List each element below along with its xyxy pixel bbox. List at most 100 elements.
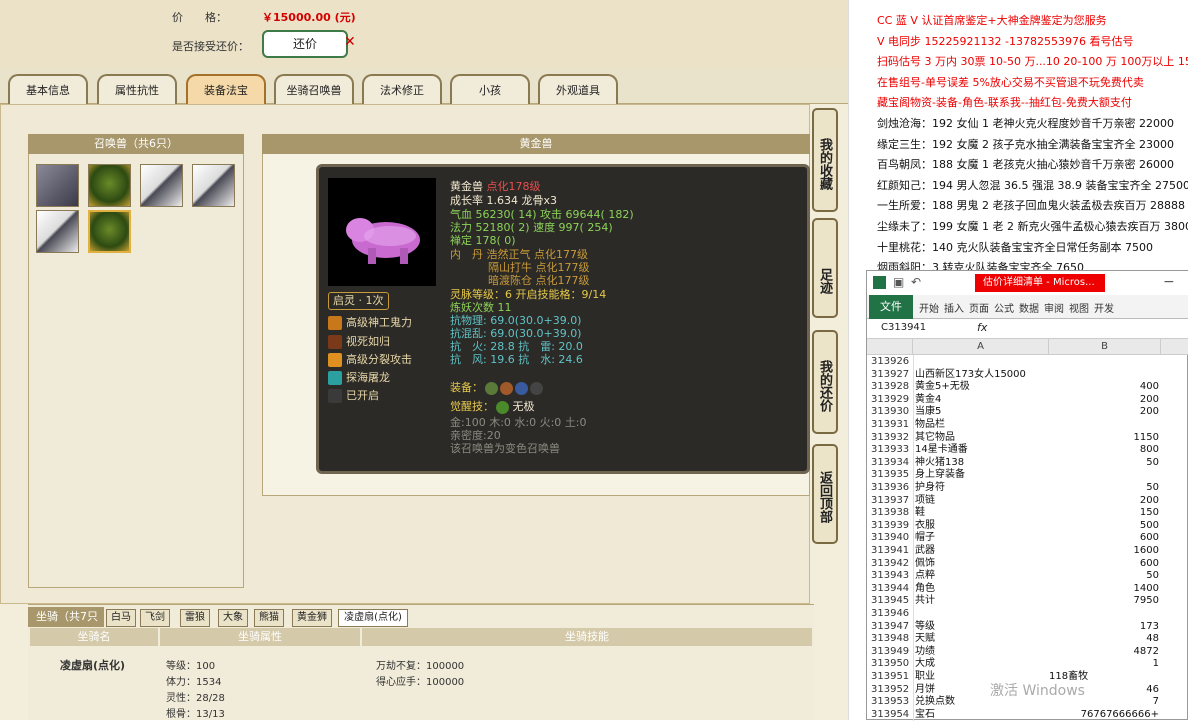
table-row[interactable]: 313930 当康5 200	[867, 406, 1188, 417]
ribbon-tab[interactable]: 审阅	[1044, 300, 1064, 315]
cell-a[interactable]: 角色	[915, 583, 935, 594]
close-icon[interactable]: ✕	[344, 34, 356, 50]
cell-a[interactable]: 佩饰	[915, 558, 935, 569]
equip-slot-icon[interactable]	[530, 381, 543, 395]
table-row[interactable]: 313927 山西新区173女人15000	[867, 369, 1188, 380]
mount-tab-4[interactable]: 大象	[218, 609, 248, 627]
mount-tab-2[interactable]: 飞剑	[140, 609, 170, 627]
tab-basic-info[interactable]: 基本信息	[8, 74, 88, 106]
skill-4[interactable]: 探海屠龙	[328, 370, 390, 388]
cell-a[interactable]: 宝石	[915, 709, 935, 720]
mount-tab-1[interactable]: 白马	[106, 609, 136, 627]
table-row[interactable]: 313954 宝石 76767666666+	[867, 709, 1188, 720]
cell-b[interactable]: 200	[1049, 495, 1159, 506]
table-row[interactable]: 313928 黄金5+无极 400	[867, 381, 1188, 392]
cell-b[interactable]: 200	[1049, 394, 1159, 405]
counter-offer-button[interactable]: 还价	[262, 30, 348, 58]
cell-b[interactable]: 1	[1049, 658, 1159, 669]
table-row[interactable]: 313938 鞋 150	[867, 507, 1188, 518]
table-row[interactable]: 313926	[867, 356, 1188, 367]
my-favorites-button[interactable]: 我的收藏	[812, 108, 838, 212]
equip-slot-icon[interactable]	[485, 381, 498, 395]
cell-b[interactable]: 400	[1049, 381, 1159, 392]
cell-b[interactable]: 1400	[1049, 583, 1159, 594]
equip-slot-icon[interactable]	[515, 381, 528, 395]
cell-b[interactable]: 200	[1049, 406, 1159, 417]
tab-mount-summon[interactable]: 坐骑召唤兽	[274, 74, 354, 106]
cell-a[interactable]: 神火猪138	[915, 457, 964, 468]
summon-slot-5[interactable]	[36, 210, 79, 253]
skill-5[interactable]: 已开启	[328, 388, 379, 406]
cell-a[interactable]: 共计	[915, 595, 935, 606]
ribbon-tab[interactable]: 数据	[1019, 300, 1039, 315]
cell-a[interactable]: 山西新区173女人15000	[915, 369, 1026, 380]
name-box[interactable]: C313941	[881, 322, 926, 333]
table-row[interactable]: 313945 共计 7950	[867, 595, 1188, 606]
cell-a[interactable]: 武器	[915, 545, 935, 556]
mount-tab-7[interactable]: 凌虚扇(点化)	[338, 609, 408, 627]
cell-b[interactable]: 150	[1049, 507, 1159, 518]
tab-child[interactable]: 小孩	[450, 74, 530, 106]
tab-spell-modifier[interactable]: 法术修正	[362, 74, 442, 106]
cell-a[interactable]: 兑换点数	[915, 696, 955, 707]
corner-cell[interactable]	[867, 339, 913, 355]
table-row[interactable]: 313946	[867, 608, 1188, 619]
cell-b[interactable]: 500	[1049, 520, 1159, 531]
mount-tab-5[interactable]: 熊猫	[254, 609, 284, 627]
table-row[interactable]: 313942 佩饰 600	[867, 558, 1188, 569]
table-row[interactable]: 313934 神火猪138 50	[867, 457, 1188, 468]
cell-a[interactable]: 大成	[915, 658, 935, 669]
undo-icon[interactable]: ↶	[911, 275, 921, 289]
cell-a[interactable]: 护身符	[915, 482, 945, 493]
cell-a[interactable]: 职业	[915, 671, 935, 682]
table-row[interactable]: 313947 等级 173	[867, 621, 1188, 632]
cell-a[interactable]: 帽子	[915, 532, 935, 543]
my-counter-offer-button[interactable]: 我的还价	[812, 330, 838, 434]
table-row[interactable]: 313943 点粹 50	[867, 570, 1188, 581]
cell-a[interactable]: 身上穿装备	[915, 469, 965, 480]
cell-a[interactable]: 当康5	[915, 406, 941, 417]
table-row[interactable]: 313936 护身符 50	[867, 482, 1188, 493]
mount-tab-3[interactable]: 雷狼	[180, 609, 210, 627]
file-tab[interactable]: 文件	[869, 295, 913, 319]
cell-b[interactable]: 4872	[1049, 646, 1159, 657]
ribbon-tab[interactable]: 公式	[994, 300, 1014, 315]
cell-a[interactable]: 物品栏	[915, 419, 945, 430]
cell-b[interactable]: 600	[1049, 532, 1159, 543]
minimize-icon[interactable]: −	[1163, 274, 1175, 290]
cell-b[interactable]: 50	[1049, 482, 1159, 493]
summon-slot-2[interactable]	[88, 164, 131, 207]
cell-b[interactable]: 50	[1049, 570, 1159, 581]
table-row[interactable]: 313939 衣服 500	[867, 520, 1188, 531]
table-row[interactable]: 313935 身上穿装备	[867, 469, 1188, 480]
cell-a[interactable]: 点粹	[915, 570, 935, 581]
ribbon-tab[interactable]: 插入	[944, 300, 964, 315]
ribbon-tab[interactable]: 视图	[1069, 300, 1089, 315]
col-header-b[interactable]: B	[1049, 339, 1161, 355]
skill-3[interactable]: 高级分裂攻击	[328, 352, 412, 370]
cell-b[interactable]: 1600	[1049, 545, 1159, 556]
table-row[interactable]: 313937 项链 200	[867, 495, 1188, 506]
table-row[interactable]: 313933 14星卡通番 800	[867, 444, 1188, 455]
cell-a[interactable]: 其它物品	[915, 432, 955, 443]
cell-a[interactable]: 天赋	[915, 633, 935, 644]
table-row[interactable]: 313949 功绩 4872	[867, 646, 1188, 657]
cell-b[interactable]: 48	[1049, 633, 1159, 644]
save-icon[interactable]: ▣	[893, 275, 904, 289]
cell-b[interactable]: 50	[1049, 457, 1159, 468]
cell-b[interactable]: 7950	[1049, 595, 1159, 606]
col-header-a[interactable]: A	[913, 339, 1049, 355]
ribbon-tab[interactable]: 开发	[1094, 300, 1114, 315]
cell-b[interactable]: 1150	[1049, 432, 1159, 443]
ribbon-tab[interactable]: 页面	[969, 300, 989, 315]
cell-b[interactable]: 76767666666+	[1049, 709, 1159, 720]
ribbon-tab[interactable]: 开始	[919, 300, 939, 315]
cell-a[interactable]: 鞋	[915, 507, 925, 518]
cell-a[interactable]: 衣服	[915, 520, 935, 531]
cell-a[interactable]: 黄金4	[915, 394, 941, 405]
table-row[interactable]: 313931 物品栏	[867, 419, 1188, 430]
cell-b[interactable]: 800	[1049, 444, 1159, 455]
cell-a[interactable]: 黄金5+无极	[915, 381, 970, 392]
mount-tab-6[interactable]: 黄金狮	[292, 609, 332, 627]
cell-b[interactable]: 600	[1049, 558, 1159, 569]
